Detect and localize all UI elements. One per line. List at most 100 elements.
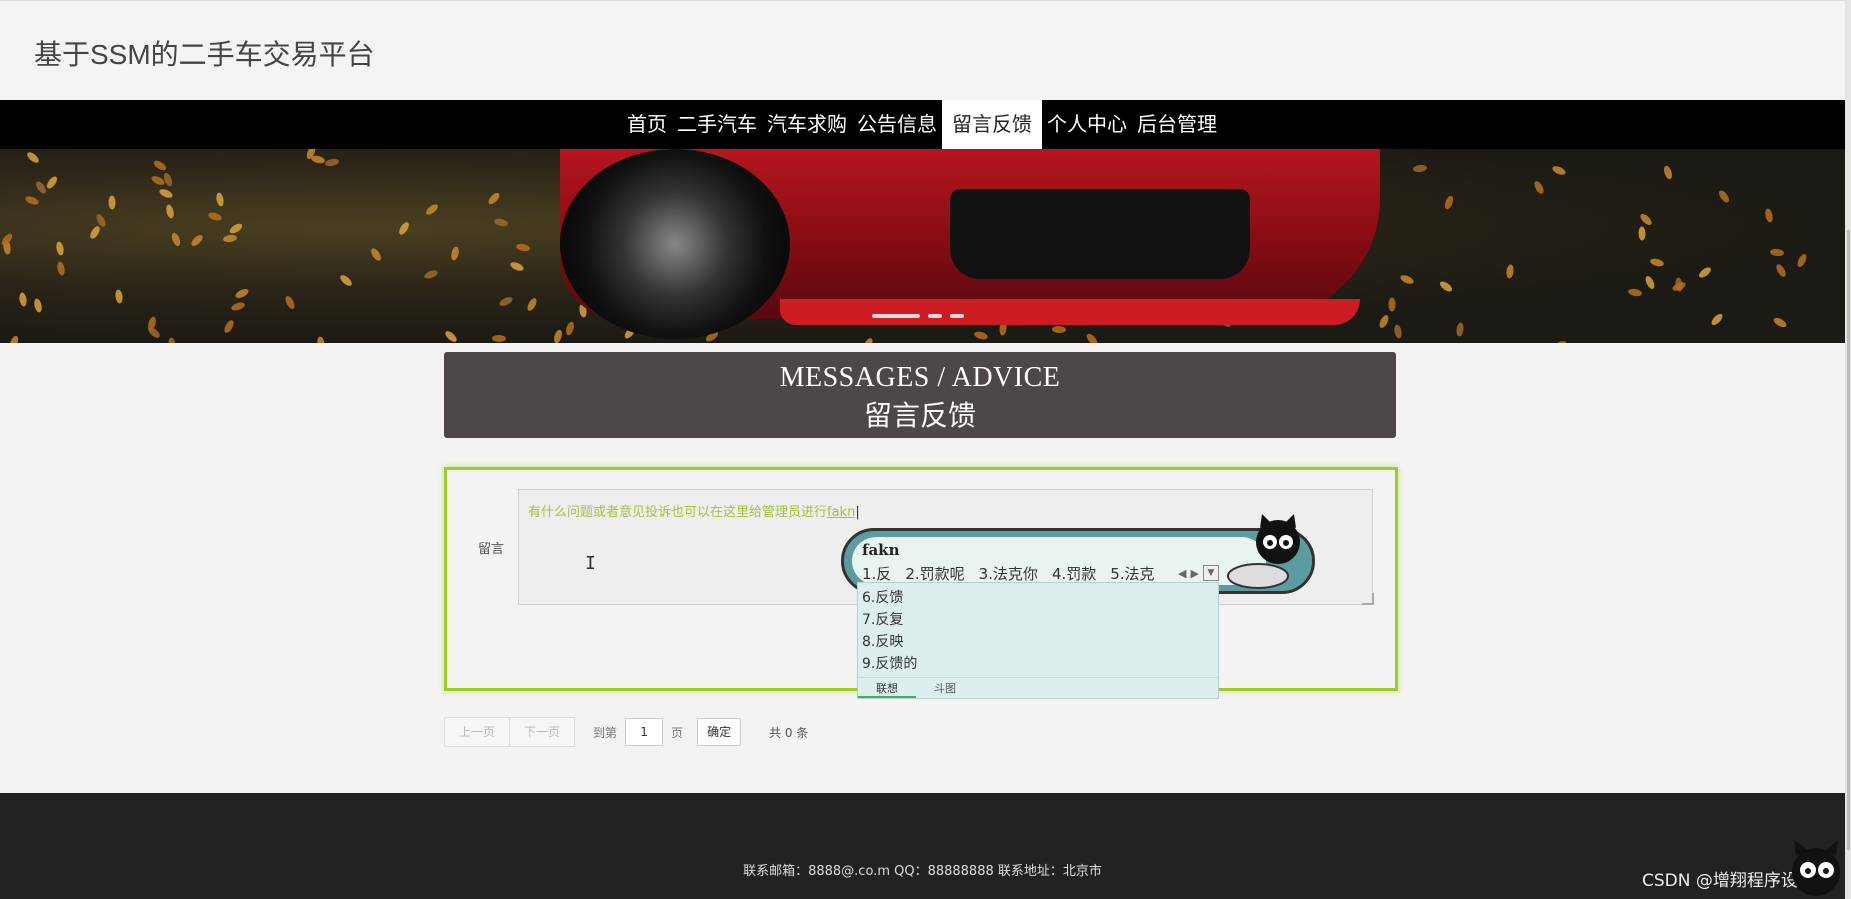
banner-leaf bbox=[1769, 248, 1785, 257]
prev-page-button[interactable]: 上一页 bbox=[444, 717, 511, 747]
banner-leaf bbox=[1505, 264, 1515, 280]
banner-leaf bbox=[515, 242, 531, 252]
banner-leaf bbox=[167, 337, 177, 343]
next-page-button[interactable]: 下一页 bbox=[510, 717, 576, 747]
ime-pinyin: fakn bbox=[862, 541, 900, 559]
carousel-dot-2[interactable] bbox=[928, 314, 942, 318]
ime-tab-sticker[interactable]: 斗图 bbox=[916, 678, 974, 698]
banner-leaf bbox=[152, 159, 168, 173]
banner-leaf bbox=[1627, 287, 1643, 298]
banner-leaf bbox=[552, 328, 564, 343]
resize-grip-icon[interactable] bbox=[1362, 593, 1374, 605]
corner-mascot-icon bbox=[1792, 840, 1840, 896]
nav-item-admin[interactable]: 后台管理 bbox=[1132, 100, 1222, 149]
banner-leaf bbox=[1637, 226, 1646, 241]
banner-leaf bbox=[1442, 194, 1455, 210]
banner-leaf bbox=[1532, 179, 1546, 195]
ime-mascot-icon bbox=[1227, 514, 1300, 589]
scrollbar-thumb[interactable] bbox=[1847, 230, 1850, 850]
banner-leaf bbox=[1662, 165, 1674, 181]
banner-leaf bbox=[207, 210, 223, 222]
banner-leaf bbox=[1644, 275, 1657, 291]
goto-label: 到第 bbox=[593, 725, 618, 740]
ime-candidate[interactable]: 5.法克 bbox=[1110, 563, 1154, 584]
banner-leaf bbox=[88, 224, 102, 241]
nav-item-feedback[interactable]: 留言反馈 bbox=[942, 100, 1042, 149]
page-number-input[interactable]: 1 bbox=[625, 718, 664, 746]
banner-leaf bbox=[1551, 339, 1568, 343]
banner-leaf bbox=[862, 336, 875, 343]
site-header: 基于SSM的二手车交易平台 bbox=[0, 0, 1845, 101]
banner-leaf bbox=[492, 334, 507, 342]
nav-item-used-cars[interactable]: 二手汽车 bbox=[672, 100, 762, 149]
banner-leaf bbox=[108, 195, 116, 210]
banner-leaf bbox=[1455, 322, 1465, 338]
ime-candidate[interactable]: 3.法克你 bbox=[979, 563, 1038, 584]
ime-candidate[interactable]: 7.反复 bbox=[862, 609, 903, 629]
goto-confirm-button[interactable]: 确定 bbox=[697, 718, 742, 746]
pagination: 上一页 下一页 到第 1 页 确定 共 0 条 bbox=[444, 717, 808, 747]
ime-candidate[interactable]: 8.反映 bbox=[862, 631, 903, 651]
banner-car-wheel bbox=[560, 149, 790, 339]
nav-items: 首页 二手汽车 汽车求购 公告信息 留言反馈 个人中心 后台管理 bbox=[622, 100, 1222, 149]
section-title-cn: 留言反馈 bbox=[863, 399, 976, 432]
carousel-dot-1[interactable] bbox=[872, 314, 920, 318]
banner-car-grille bbox=[950, 189, 1250, 279]
banner-leaf bbox=[316, 336, 327, 343]
banner-leaf bbox=[1795, 252, 1808, 268]
ime-candidate-list: 6.反馈 7.反复 8.反映 9.反馈的 联想 斗图 bbox=[857, 582, 1219, 699]
banner-leaf bbox=[284, 294, 297, 311]
banner-leaf bbox=[8, 334, 20, 343]
carousel-indicators bbox=[872, 314, 964, 318]
message-placeholder: 有什么问题或者意见投诉也可以在这里给管理员进行 bbox=[528, 505, 828, 520]
ime-candidate[interactable]: 9.反馈的 bbox=[862, 653, 917, 673]
banner-leaf bbox=[32, 297, 43, 313]
ime-next-icon[interactable]: ▶ bbox=[1190, 567, 1198, 580]
nav-item-user-center[interactable]: 个人中心 bbox=[1042, 100, 1132, 149]
banner-leaf bbox=[25, 149, 41, 165]
banner-leaf bbox=[55, 241, 66, 257]
banner-leaf bbox=[190, 233, 205, 248]
nav-item-car-wanted[interactable]: 汽车求购 bbox=[762, 100, 852, 149]
banner-leaf bbox=[164, 204, 175, 220]
banner-leaf bbox=[1412, 164, 1428, 174]
nav-item-home[interactable]: 首页 bbox=[622, 100, 672, 149]
banner-leaf bbox=[1774, 262, 1788, 279]
message-typed: fakn bbox=[827, 505, 856, 520]
banner-leaf bbox=[449, 246, 460, 262]
carousel-dot-3[interactable] bbox=[950, 314, 964, 318]
banner-leaf bbox=[324, 157, 340, 167]
banner-leaf bbox=[973, 330, 990, 341]
banner-leaf bbox=[1649, 257, 1665, 268]
ime-candidate[interactable]: 4.罚款 bbox=[1052, 563, 1096, 584]
banner-leaf bbox=[215, 192, 225, 208]
footer-contact: 联系邮箱：8888@.co.m QQ：88888888 联系地址：北京市 bbox=[743, 864, 1102, 879]
ime-expand-icon[interactable]: ▼ bbox=[1202, 565, 1219, 581]
banner-leaf bbox=[1771, 315, 1788, 329]
banner-leaf bbox=[397, 221, 411, 237]
banner-leaf bbox=[1438, 279, 1454, 294]
nav-item-announcements[interactable]: 公告信息 bbox=[852, 100, 942, 149]
ime-candidate[interactable]: 2.罚款呢 bbox=[905, 563, 964, 584]
ime-tab-association[interactable]: 联想 bbox=[858, 678, 916, 698]
banner-leaf bbox=[1085, 332, 1100, 343]
banner-leaf bbox=[169, 231, 182, 248]
banner-leaf bbox=[1399, 273, 1415, 286]
ime-prev-icon[interactable]: ◀ bbox=[1178, 567, 1186, 580]
site-title: 基于SSM的二手车交易平台 bbox=[34, 39, 375, 70]
banner-leaf bbox=[369, 247, 384, 263]
banner-leaf bbox=[497, 295, 514, 308]
message-text: 有什么问题或者意见投诉也可以在这里给管理员进行fakn| bbox=[528, 505, 860, 520]
banner-leaf bbox=[1716, 189, 1731, 205]
section-title-en: MESSAGES / ADVICE bbox=[779, 362, 1061, 393]
banner-leaf bbox=[424, 202, 440, 217]
ime-candidate[interactable]: 6.反馈 bbox=[862, 587, 903, 607]
banner-leaf bbox=[423, 268, 439, 281]
ime-candidate[interactable]: 1.反 bbox=[862, 563, 891, 584]
banner-leaf bbox=[227, 221, 244, 235]
main-nav: 首页 二手汽车 汽车求购 公告信息 留言反馈 个人中心 后台管理 bbox=[0, 100, 1845, 149]
page-unit-label: 页 bbox=[671, 725, 684, 740]
banner-leaf bbox=[1764, 207, 1775, 224]
banner-leaf bbox=[1697, 265, 1713, 280]
banner-leaf bbox=[230, 300, 246, 312]
